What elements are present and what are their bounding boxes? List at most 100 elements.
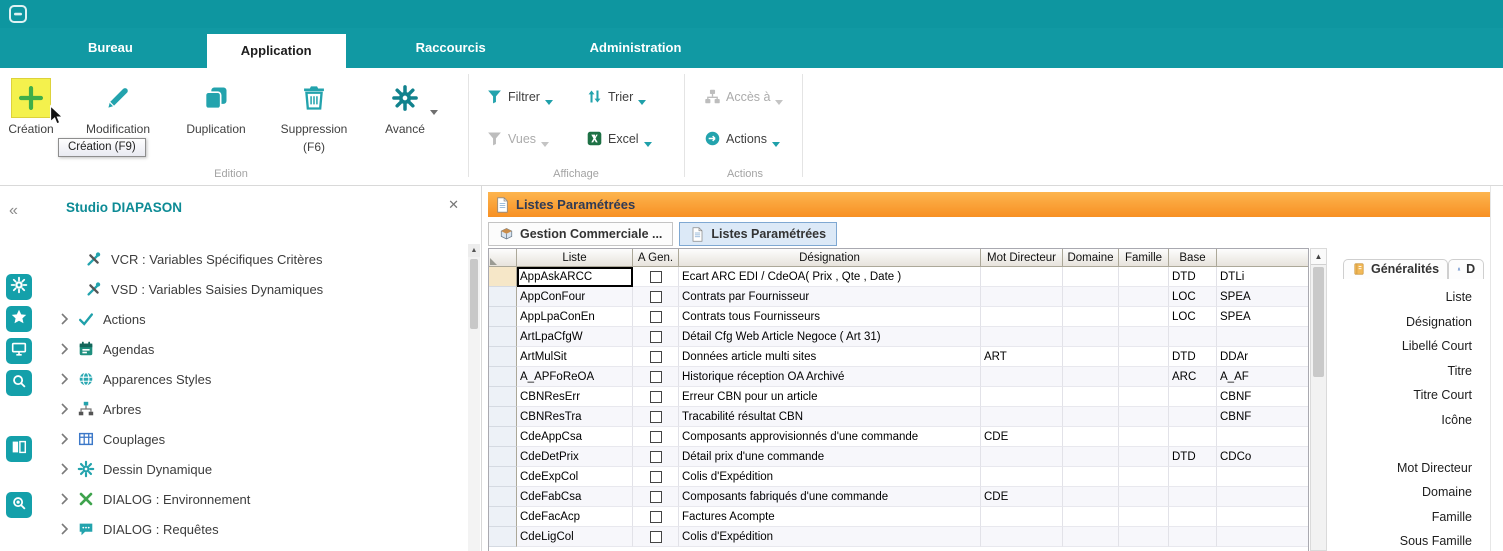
cell-famille[interactable] <box>1119 387 1169 407</box>
cell-designation[interactable]: Colis d'Expédition <box>679 527 981 547</box>
vues-button[interactable]: Vues <box>486 130 586 147</box>
column-header-domaine[interactable]: Domaine <box>1063 249 1119 267</box>
cell-domaine[interactable] <box>1063 427 1119 447</box>
acces-a-button[interactable]: Accès à <box>704 88 783 105</box>
cell-liste[interactable]: CBNResErr <box>517 387 633 407</box>
row-selector[interactable] <box>489 527 517 547</box>
sidebar-scrollbar[interactable]: ▲ <box>468 244 480 551</box>
cell-liste[interactable]: CdeAppCsa <box>517 427 633 447</box>
cell-designation[interactable]: Détail prix d'une commande <box>679 447 981 467</box>
grid-scrollbar[interactable]: ▲ <box>1310 248 1327 551</box>
table-row[interactable]: AppConFourContrats par FournisseurLOCSPE… <box>489 287 1308 307</box>
cell-mot[interactable] <box>981 307 1063 327</box>
cell-extra[interactable]: CBNF <box>1217 407 1309 427</box>
cell-domaine[interactable] <box>1063 327 1119 347</box>
cell-extra[interactable]: CDCo <box>1217 447 1309 467</box>
cell-a-gen[interactable] <box>633 447 679 467</box>
cell-a-gen[interactable] <box>633 387 679 407</box>
cell-famille[interactable] <box>1119 447 1169 467</box>
tree-item-arbres[interactable]: Arbres <box>38 394 467 424</box>
tab-application[interactable]: Application <box>207 34 346 68</box>
cell-famille[interactable] <box>1119 307 1169 327</box>
cell-domaine[interactable] <box>1063 347 1119 367</box>
tab-listes-parametrees[interactable]: Listes Paramétrées <box>679 222 837 246</box>
scroll-up-icon[interactable]: ▲ <box>468 244 480 257</box>
tab-administration[interactable]: Administration <box>564 28 708 68</box>
cell-designation[interactable]: Factures Acompte <box>679 507 981 527</box>
cell-mot[interactable] <box>981 447 1063 467</box>
cell-famille[interactable] <box>1119 467 1169 487</box>
cell-base[interactable]: LOC <box>1169 307 1217 327</box>
cell-extra[interactable] <box>1217 487 1309 507</box>
table-row[interactable]: CBNResTra Tracabilité résultat CBN CBNF <box>489 407 1308 427</box>
chevron-down-icon[interactable] <box>430 102 438 120</box>
cell-famille[interactable] <box>1119 327 1169 347</box>
checkbox[interactable] <box>650 351 662 363</box>
checkbox[interactable] <box>650 391 662 403</box>
cell-mot[interactable] <box>981 327 1063 347</box>
cell-extra[interactable] <box>1217 507 1309 527</box>
cell-liste[interactable]: CdeExpCol <box>517 467 633 487</box>
checkbox[interactable] <box>650 431 662 443</box>
cell-designation[interactable]: Tracabilité résultat CBN <box>679 407 981 427</box>
table-row[interactable]: ArtLpaCfgWDétail Cfg Web Article Negoce … <box>489 327 1308 347</box>
cell-mot[interactable]: ART <box>981 347 1063 367</box>
cell-base[interactable] <box>1169 327 1217 347</box>
cell-famille[interactable] <box>1119 527 1169 547</box>
cell-designation[interactable]: Colis d'Expédition <box>679 467 981 487</box>
cell-liste[interactable]: CBNResTra <box>517 407 633 427</box>
checkbox[interactable] <box>650 511 662 523</box>
tab-raccourcis[interactable]: Raccourcis <box>390 28 512 68</box>
chevron-right-icon[interactable] <box>60 403 69 415</box>
cell-mot[interactable] <box>981 507 1063 527</box>
tab-gestion-commerciale[interactable]: Gestion Commerciale ... <box>488 222 673 246</box>
column-header-base[interactable]: Base <box>1169 249 1217 267</box>
cell-a-gen[interactable] <box>633 487 679 507</box>
row-selector[interactable] <box>489 327 517 347</box>
checkbox[interactable] <box>650 271 662 283</box>
avance-button[interactable]: Avancé <box>372 76 438 154</box>
excel-button[interactable]: Excel <box>586 130 652 147</box>
duplication-button[interactable]: Duplication <box>176 76 256 154</box>
row-selector[interactable] <box>489 427 517 447</box>
checkbox[interactable] <box>650 471 662 483</box>
cell-famille[interactable] <box>1119 487 1169 507</box>
cell-liste[interactable]: CdeDetPrix <box>517 447 633 467</box>
table-row[interactable]: CdeLigCol Colis d'Expédition <box>489 527 1308 547</box>
column-header-a-gen[interactable]: A Gen. <box>633 249 679 267</box>
row-selector[interactable] <box>489 367 517 387</box>
cell-domaine[interactable] <box>1063 287 1119 307</box>
chevron-right-icon[interactable] <box>60 463 69 475</box>
tree-item-apparences-styles[interactable]: Apparences Styles <box>38 364 467 394</box>
table-row[interactable]: CBNResErrErreur CBN pour un articleCBNF <box>489 387 1308 407</box>
cell-a-gen[interactable] <box>633 507 679 527</box>
cell-mot[interactable] <box>981 527 1063 547</box>
cell-base[interactable] <box>1169 387 1217 407</box>
checkbox[interactable] <box>650 371 662 383</box>
cell-base[interactable]: DTD <box>1169 267 1217 287</box>
tree-item-vcr-variables-sp-cifiques-crit-res[interactable]: VCR : Variables Spécifiques Critères <box>38 244 467 274</box>
cell-base[interactable]: DTD <box>1169 447 1217 467</box>
cell-base[interactable]: ARC <box>1169 367 1217 387</box>
cell-famille[interactable] <box>1119 367 1169 387</box>
tab-generalites[interactable]: Généralités <box>1343 259 1448 279</box>
cell-domaine[interactable] <box>1063 507 1119 527</box>
cell-domaine[interactable] <box>1063 307 1119 327</box>
table-row[interactable]: CdeDetPrix Détail prix d'une commande DTDC… <box>489 447 1308 467</box>
cell-liste[interactable]: CdeLigCol <box>517 527 633 547</box>
strip-star-button[interactable] <box>6 306 32 332</box>
cell-mot[interactable] <box>981 467 1063 487</box>
cell-domaine[interactable] <box>1063 447 1119 467</box>
column-header-d-signation[interactable]: Désignation <box>679 249 981 267</box>
strip-settings-button[interactable] <box>6 274 32 300</box>
chevron-right-icon[interactable] <box>60 343 69 355</box>
strip-monitor-button[interactable] <box>6 338 32 364</box>
checkbox[interactable] <box>650 451 662 463</box>
cell-a-gen[interactable] <box>633 467 679 487</box>
cell-liste[interactable]: AppAskARCC <box>517 267 633 287</box>
cell-famille[interactable] <box>1119 407 1169 427</box>
cell-mot[interactable] <box>981 267 1063 287</box>
checkbox[interactable] <box>650 331 662 343</box>
suppression-button[interactable]: Suppression (F6) <box>272 76 356 154</box>
cell-a-gen[interactable] <box>633 347 679 367</box>
